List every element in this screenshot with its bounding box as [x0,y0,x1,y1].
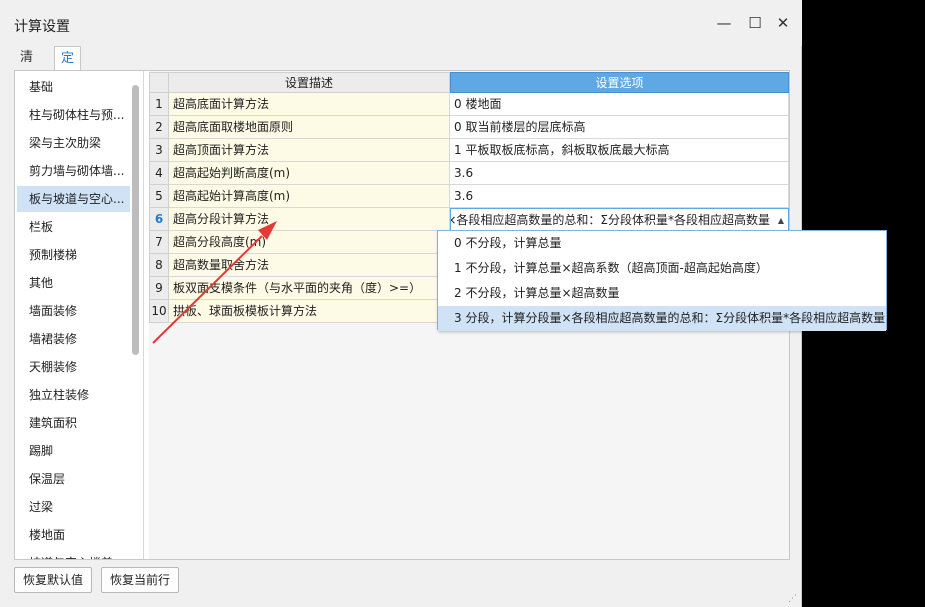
category-scrollbar-thumb[interactable] [132,85,139,355]
resize-grip-icon[interactable]: ⋰ [788,594,798,604]
category-item[interactable]: 栏板 [17,214,130,240]
category-item[interactable]: 天棚装修 [17,354,130,380]
table-row[interactable]: 4 超高起始判断高度(m) 3.6 [149,162,789,185]
tab-dinge[interactable]: 定额 [54,46,82,90]
category-item[interactable]: 其他 [17,270,130,296]
table-row[interactable]: 5 超高起始计算高度(m) 3.6 [149,185,789,208]
row-desc: 超高数量取舍方法 [169,254,450,277]
row-number: 5 [149,185,169,208]
category-item[interactable]: 独立柱装修 [17,382,130,408]
row-option[interactable]: 3.6 [450,185,789,208]
header-option: 设置选项 [450,72,789,93]
row-desc: 超高底面取楼地面原则 [169,116,450,139]
table-row[interactable]: 1 超高底面计算方法 0 楼地面 [149,93,789,116]
header-desc: 设置描述 [169,72,450,93]
row-desc: 超高底面计算方法 [169,93,450,116]
category-item[interactable]: 过梁 [17,494,130,520]
row-desc: 超高分段计算方法 [169,208,450,231]
row-desc: 板双面支模条件（与水平面的夹角（度）>=） [169,277,450,300]
dropdown-option[interactable]: 2 不分段，计算总量×超高数量 [438,281,886,306]
category-item[interactable]: 墙裙装修 [17,326,130,352]
header-num [149,72,169,93]
row-number: 9 [149,277,169,300]
category-item[interactable]: 坡道与空心楼盖 [17,550,130,559]
combobox-value: 3 分段，计算分段量×各段相应超高数量的总和：Σ分段体积量*各段相应超高数量 [451,213,770,227]
table-row[interactable]: 2 超高底面取楼地面原则 0 取当前楼层的层底标高 [149,116,789,139]
category-item[interactable]: 墙面装修 [17,298,130,324]
category-item[interactable]: 剪力墙与砌体墙... [17,158,130,184]
row-number: 4 [149,162,169,185]
row-desc: 超高分段高度(m) [169,231,450,254]
category-item[interactable]: 基础 [17,74,130,100]
row-option[interactable]: 0 楼地面 [450,93,789,116]
row-number: 6 [149,208,169,231]
restore-current-row-button[interactable]: 恢复当前行 [101,567,180,593]
minimize-icon[interactable]: — [714,13,734,33]
restore-default-button[interactable]: 恢复默认值 [14,567,93,593]
category-item[interactable]: 柱与砌体柱与预... [17,102,130,128]
category-item[interactable]: 踢脚 [17,438,130,464]
row-number: 2 [149,116,169,139]
row-number: 7 [149,231,169,254]
category-item[interactable]: 预制楼梯 [17,242,130,268]
row-number: 3 [149,139,169,162]
category-item-selected[interactable]: 板与坡道与空心... [17,186,130,212]
row-number: 1 [149,93,169,116]
dropdown-option-selected[interactable]: 3 分段，计算分段量×各段相应超高数量的总和：Σ分段体积量*各段相应超高数量 [438,306,886,331]
category-item[interactable]: 梁与主次肋梁 [17,130,130,156]
tab-qingdan[interactable]: 清单 [14,46,39,89]
category-item[interactable]: 建筑面积 [17,410,130,436]
row-desc: 超高顶面计算方法 [169,139,450,162]
table-row[interactable]: 3 超高顶面计算方法 1 平板取板底标高，斜板取板底最大标高 [149,139,789,162]
title-bar: 计算设置 — ☐ ✕ [0,0,802,46]
row-option[interactable]: 1 平板取板底标高，斜板取板底最大标高 [450,139,789,162]
dropdown-option[interactable]: 1 不分段，计算总量×超高系数（超高顶面-超高起始高度） [438,256,886,281]
dropdown-option[interactable]: 0 不分段，计算总量 [438,231,886,256]
row-desc: 超高起始计算高度(m) [169,185,450,208]
row-option[interactable]: 3.6 [450,162,789,185]
category-item[interactable]: 楼地面 [17,522,130,548]
option-dropdown-list: 0 不分段，计算总量 1 不分段，计算总量×超高系数（超高顶面-超高起始高度） … [437,230,887,331]
row-desc: 超高起始判断高度(m) [169,162,450,185]
row-option[interactable]: 0 取当前楼层的层底标高 [450,116,789,139]
maximize-icon[interactable]: ☐ [745,13,765,33]
window-title: 计算设置 [14,19,70,35]
category-item[interactable]: 保温层 [17,466,130,492]
dropdown-arrow-icon[interactable]: ▲ [778,209,784,230]
row-desc: 拱板、球面板模板计算方法 [169,300,450,323]
close-icon[interactable]: ✕ [773,13,793,33]
row-number: 10 [149,300,169,323]
category-list: 基础 柱与砌体柱与预... 梁与主次肋梁 剪力墙与砌体墙... 板与坡道与空心.… [15,71,144,559]
row-number: 8 [149,254,169,277]
option-combobox[interactable]: 3 分段，计算分段量×各段相应超高数量的总和：Σ分段体积量*各段相应超高数量 ▲ [450,208,789,231]
table-row-active[interactable]: 6 超高分段计算方法 3 分段，计算分段量×各段相应超高数量的总和：Σ分段体积量… [149,208,789,231]
